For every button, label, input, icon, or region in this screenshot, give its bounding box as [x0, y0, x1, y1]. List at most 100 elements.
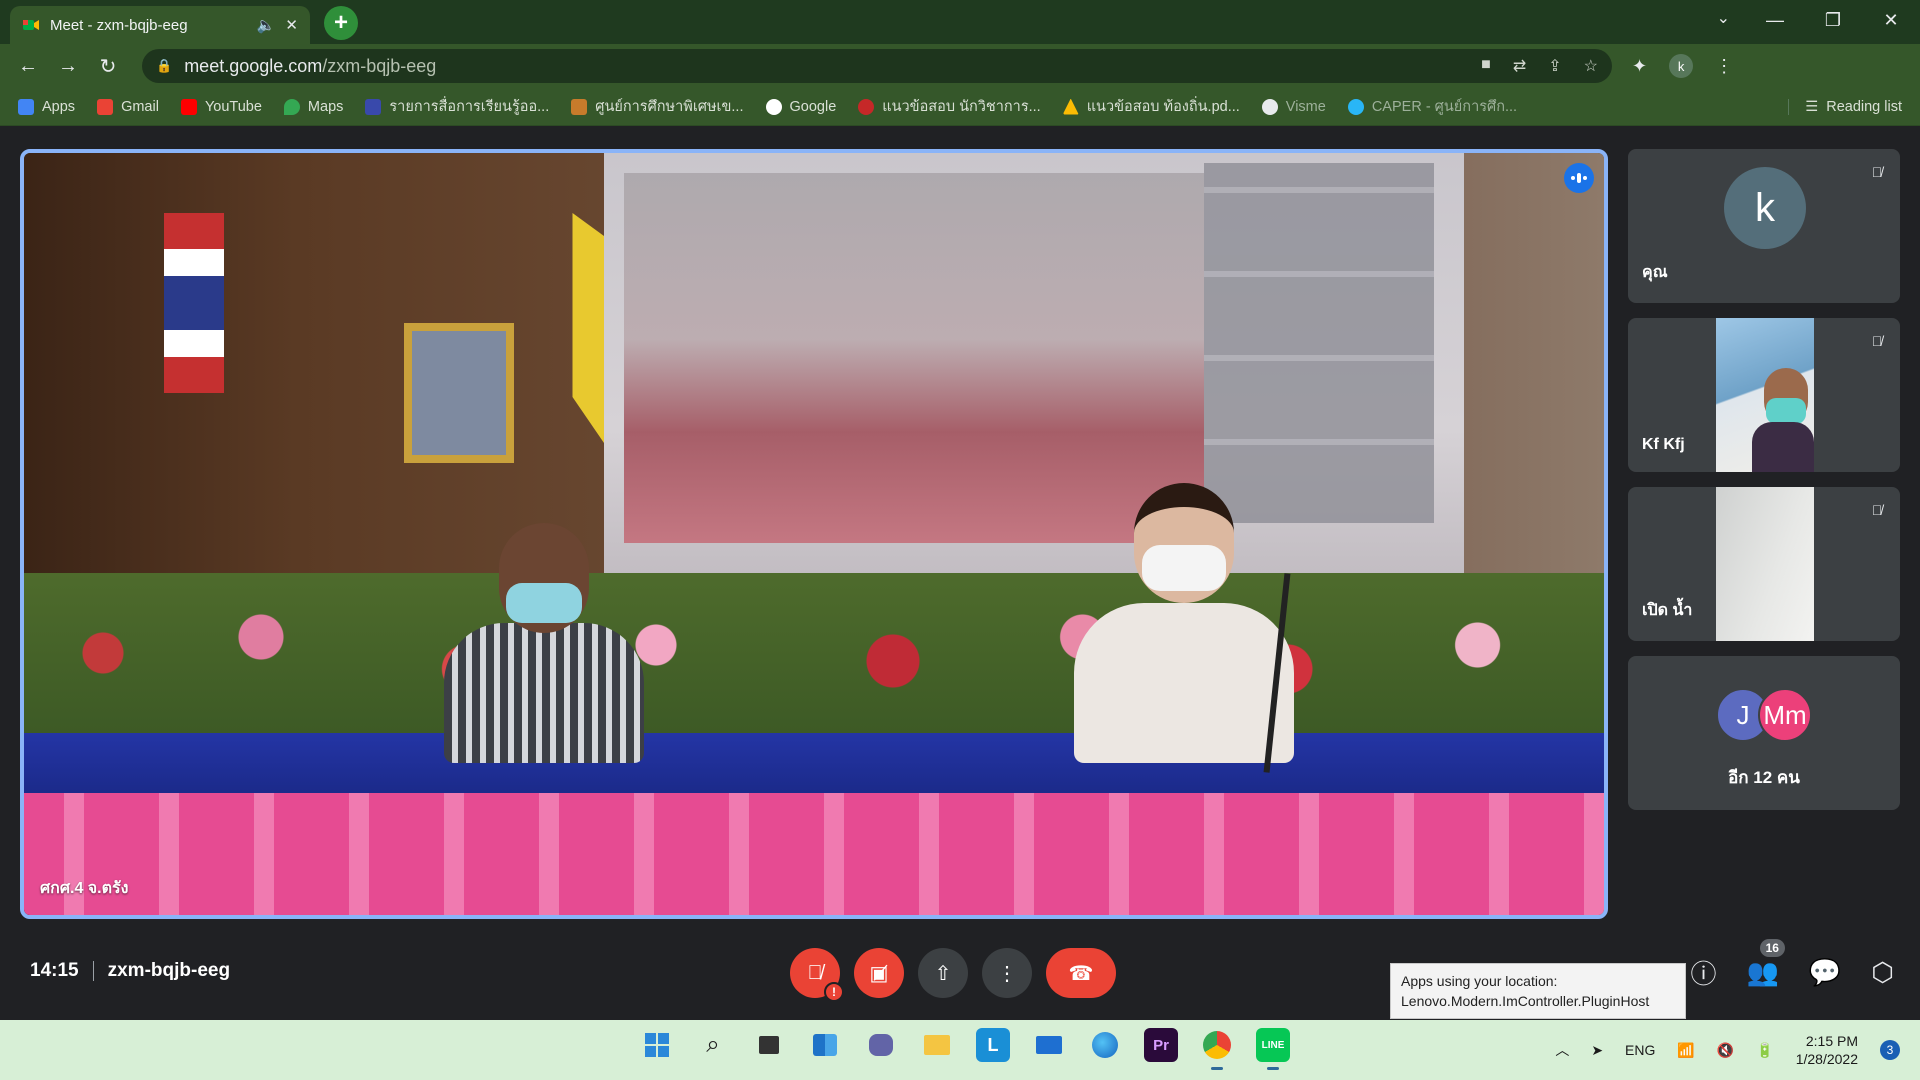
bookmark-special-education[interactable]: ศูนย์การศึกษาพิเศษเข...: [571, 95, 744, 118]
bookmark-youtube[interactable]: YouTube: [180, 98, 262, 115]
speaking-indicator-icon: [1564, 163, 1594, 193]
lenovo-vantage-icon[interactable]: L: [976, 1028, 1010, 1062]
browser-tab[interactable]: Meet - zxm-bqjb-eeg 🔈 ✕: [10, 6, 310, 44]
close-icon[interactable]: ✕: [285, 16, 298, 34]
window-controls: — ❐ ✕: [1746, 0, 1920, 40]
bookmark-star-icon[interactable]: ☆: [1584, 56, 1598, 76]
battery-icon[interactable]: 🔋: [1756, 1042, 1773, 1059]
file-explorer-icon[interactable]: [920, 1028, 954, 1062]
avatar: k: [1724, 167, 1806, 249]
warning-icon: !: [824, 982, 844, 1002]
premiere-pro-icon[interactable]: Pr: [1144, 1028, 1178, 1062]
bookmark-caper[interactable]: CAPER - ศูนย์การศึก...: [1347, 95, 1517, 118]
participant-video: [1716, 487, 1814, 641]
reading-list-icon: ☰: [1805, 98, 1819, 115]
teams-chat-icon[interactable]: [864, 1028, 898, 1062]
participant-name: Kf Kfj: [1642, 436, 1685, 453]
bookmark-exam-local[interactable]: แนวข้อสอบ ท้องถิ่น.pd...: [1062, 95, 1240, 118]
tab-title: Meet - zxm-bqjb-eeg: [50, 16, 188, 34]
toolbar-actions: ✦ k ⋮: [1632, 54, 1733, 78]
mic-off-icon: 🎙̸: [1871, 333, 1883, 349]
forward-button[interactable]: →: [52, 50, 84, 82]
calendar-icon: [365, 98, 382, 115]
translate-icon[interactable]: ⇄: [1513, 56, 1526, 76]
camera-icon[interactable]: ■: [1481, 56, 1491, 76]
share-icon[interactable]: ⇪: [1548, 56, 1561, 76]
volume-muted-icon[interactable]: 🔇: [1717, 1042, 1734, 1059]
meeting-info-icon[interactable]: ⓘ: [1691, 954, 1717, 991]
extensions-icon[interactable]: ✦: [1632, 56, 1647, 77]
wifi-icon[interactable]: 📶: [1677, 1042, 1694, 1059]
tooltip-line: Apps using your location:: [1401, 973, 1558, 989]
more-participants-label: อีก 12 คน: [1728, 768, 1800, 787]
search-icon[interactable]: ⌕: [696, 1028, 730, 1062]
profile-avatar[interactable]: k: [1669, 54, 1694, 78]
more-options-button[interactable]: ⋮: [982, 948, 1032, 998]
mail-icon[interactable]: [1032, 1028, 1066, 1062]
clock-date: 1/28/2022: [1795, 1051, 1858, 1067]
close-window-button[interactable]: ✕: [1862, 0, 1920, 40]
chat-icon[interactable]: 💬: [1809, 957, 1841, 988]
line-icon[interactable]: LINE: [1256, 1028, 1290, 1070]
site-icon: [858, 98, 875, 115]
participant-tile-self[interactable]: k 🎙̸ คุณ: [1628, 149, 1900, 303]
meeting-code: zxm-bqjb-eeg: [107, 960, 231, 981]
people-icon: 👥: [1746, 957, 1779, 987]
chevron-up-icon[interactable]: ︿: [1555, 1040, 1569, 1060]
activities-icon[interactable]: ⬡: [1871, 957, 1894, 988]
tooltip-line: Lenovo.Modern.ImController.PluginHost: [1401, 993, 1650, 1009]
main-video-tile[interactable]: ศกศ.4 จ.ตรัง: [20, 149, 1608, 919]
visme-icon: [1261, 98, 1278, 115]
meeting-time: 14:15: [30, 960, 79, 981]
location-tooltip: Apps using your location: Lenovo.Modern.…: [1390, 963, 1686, 1019]
call-controls: 🎙̸ ! ▣̸ ⇧ ⋮ ☎: [790, 948, 1116, 1002]
bookmark-gmail[interactable]: Gmail: [97, 98, 159, 115]
participant-name: เปิด น้ำ: [1642, 602, 1693, 619]
menu-icon[interactable]: ⋮: [1715, 56, 1733, 77]
site-icon: [571, 98, 588, 115]
reload-button[interactable]: ↻: [92, 50, 124, 82]
chrome-icon[interactable]: [1200, 1028, 1234, 1070]
lock-icon[interactable]: 🔒: [156, 58, 172, 74]
widgets-icon[interactable]: [808, 1028, 842, 1062]
system-tray: ︿ ➤ ENG 📶 🔇 🔋 2:15 PM 1/28/2022 3: [1555, 1020, 1900, 1080]
language-indicator[interactable]: ENG: [1625, 1042, 1655, 1058]
restore-button[interactable]: ❐: [1804, 0, 1862, 40]
people-button[interactable]: 👥 16: [1746, 939, 1785, 988]
location-icon[interactable]: ➤: [1591, 1042, 1603, 1059]
back-button[interactable]: ←: [12, 50, 44, 82]
tab-search-icon[interactable]: ⌄: [1717, 8, 1730, 28]
new-tab-button[interactable]: +: [324, 6, 358, 40]
avatar: Mm: [1758, 688, 1812, 742]
task-view-icon[interactable]: [752, 1028, 786, 1062]
url-text[interactable]: meet.google.com/zxm-bqjb-eeg: [184, 56, 436, 77]
bookmark-maps[interactable]: Maps: [283, 98, 343, 115]
participant-tile[interactable]: 🎙̸ เปิด น้ำ: [1628, 487, 1900, 641]
more-vert-icon: ⋮: [997, 962, 1017, 985]
bookmark-media-list[interactable]: รายการสื่อการเรียนรู้ออ...: [365, 95, 549, 118]
present-screen-button[interactable]: ⇧: [918, 948, 968, 998]
bookmark-exam-academic[interactable]: แนวข้อสอบ นักวิชาการ...: [858, 95, 1041, 118]
address-bar[interactable]: 🔒 meet.google.com/zxm-bqjb-eeg ■ ⇄ ⇪ ☆: [142, 49, 1612, 83]
meet-favicon-icon: [23, 20, 39, 30]
edge-icon[interactable]: [1088, 1028, 1122, 1062]
reading-list-button[interactable]: ☰ Reading list: [1788, 98, 1902, 115]
browser-toolbar: ← → ↻ 🔒 meet.google.com/zxm-bqjb-eeg ■ ⇄…: [0, 44, 1920, 88]
bookmark-visme[interactable]: Visme: [1261, 98, 1326, 115]
omnibox-actions: ■ ⇄ ⇪ ☆: [1481, 56, 1598, 76]
clock-time: 2:15 PM: [1805, 1033, 1858, 1049]
mic-off-icon: 🎙̸: [807, 961, 823, 984]
bookmark-apps[interactable]: Apps: [18, 98, 75, 115]
camera-toggle-button[interactable]: ▣̸: [854, 948, 904, 998]
clock[interactable]: 2:15 PM 1/28/2022: [1796, 1032, 1858, 1068]
microphone-toggle-button[interactable]: 🎙̸ !: [790, 948, 844, 1002]
start-icon[interactable]: [640, 1028, 674, 1062]
leave-call-button[interactable]: ☎: [1046, 948, 1116, 998]
speaker-icon[interactable]: 🔈: [257, 16, 276, 34]
notification-badge[interactable]: 3: [1880, 1040, 1900, 1060]
participant-count-badge: 16: [1759, 939, 1785, 957]
bookmark-google[interactable]: Google: [765, 98, 836, 115]
participant-tile[interactable]: 🎙̸ Kf Kfj: [1628, 318, 1900, 472]
more-participants-tile[interactable]: J Mm อีก 12 คน: [1628, 656, 1900, 810]
minimize-button[interactable]: —: [1746, 0, 1804, 40]
